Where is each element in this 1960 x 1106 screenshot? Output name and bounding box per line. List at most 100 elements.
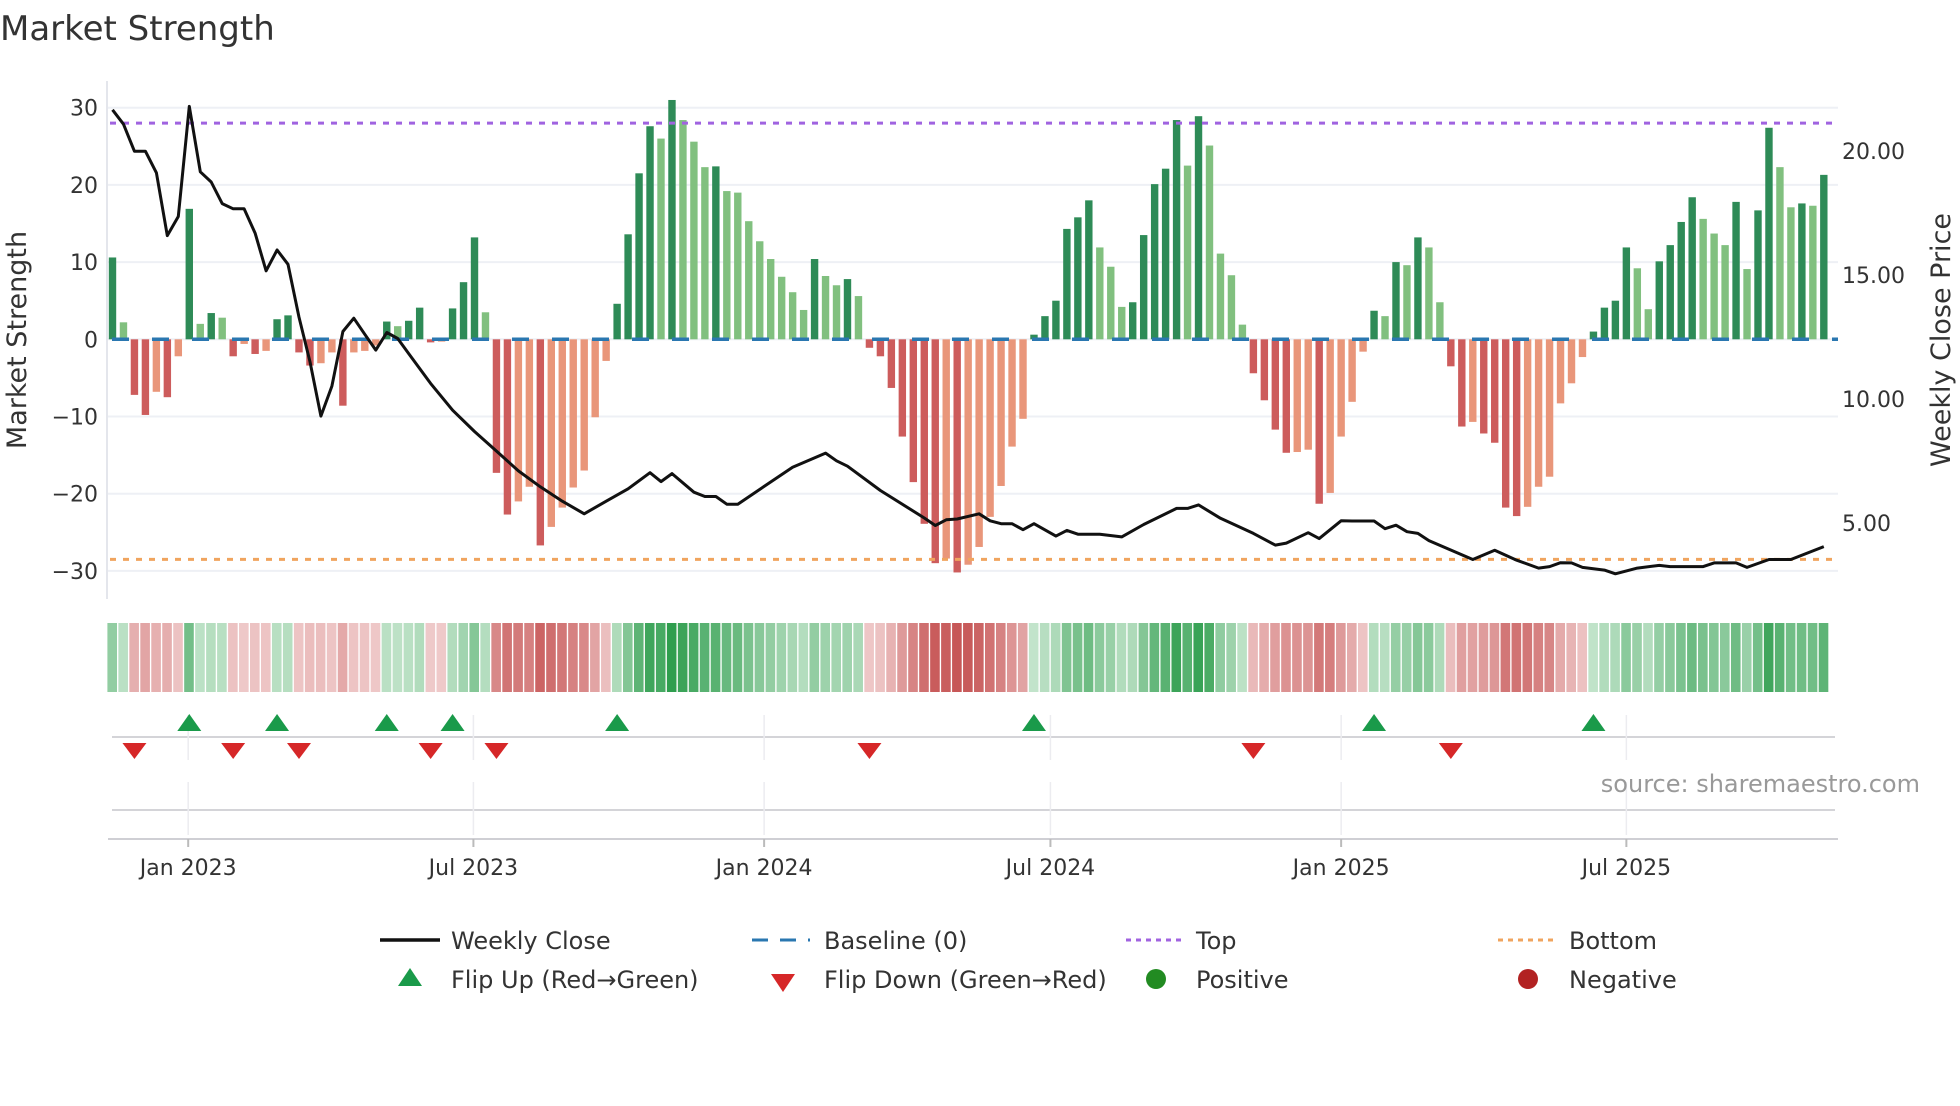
y-tick-label: −20	[52, 483, 98, 508]
strength-bar	[876, 339, 885, 357]
strength-bar	[262, 339, 270, 351]
strip-cell	[557, 623, 567, 692]
strength-bar	[1666, 245, 1674, 340]
strip-cell	[1741, 623, 1752, 692]
strip-cell	[1347, 623, 1357, 692]
strength-bar	[1545, 339, 1554, 477]
strip-cell	[315, 623, 326, 692]
strip-cell	[162, 623, 172, 692]
source-credit: source: sharemaestro.com	[1601, 770, 1920, 798]
strength-bar	[580, 339, 588, 471]
strip-cell	[919, 623, 929, 692]
strip-cell	[1160, 623, 1171, 692]
strength-bar	[734, 192, 742, 340]
strip-cell	[1730, 623, 1741, 692]
strip-cell	[1072, 623, 1083, 692]
legend-bottom-label: Bottom	[1569, 927, 1657, 955]
strip-cell	[206, 623, 216, 692]
legend-negative-icon	[1518, 969, 1538, 989]
strip-cell	[1171, 623, 1182, 692]
strength-bar	[1611, 300, 1620, 340]
y2-axis-ticks: 20.00 15.00 10.00 5.00	[1842, 140, 1905, 537]
strength-bar	[1556, 339, 1565, 404]
strip-cell	[535, 623, 545, 692]
strip-cell	[787, 623, 798, 692]
strength-bar	[1172, 120, 1181, 340]
flip-up-marker	[440, 714, 465, 731]
strip-cell	[1763, 623, 1774, 692]
strip-cell	[1061, 623, 1072, 692]
strip-cell	[1643, 623, 1653, 692]
strip-cell	[1204, 623, 1214, 692]
strength-bar	[1238, 324, 1247, 340]
legend-weekly-close-label: Weekly Close	[451, 927, 611, 955]
strength-bar	[1161, 168, 1170, 340]
strip-cell	[1215, 623, 1225, 692]
strip-cell	[1006, 623, 1017, 692]
strength-bar	[799, 309, 808, 340]
strip-cell	[677, 623, 688, 692]
strip-cell	[348, 623, 359, 692]
strength-bar	[317, 339, 325, 364]
strip-cell	[1379, 623, 1390, 692]
strength-bar	[1480, 339, 1488, 434]
y-tick-label: 20	[70, 174, 98, 199]
strip-cell	[1654, 623, 1664, 692]
flip-down-marker	[122, 743, 147, 759]
strip-cell	[1303, 623, 1313, 692]
x-tick-label: Jan 2024	[714, 856, 813, 881]
legend-flip-up-label: Flip Up (Red→Green)	[451, 966, 699, 994]
strength-bar	[777, 276, 786, 340]
strip-cell	[1094, 623, 1105, 692]
strength-bar	[1721, 245, 1729, 340]
y-axis-ticks: 30 20 10 0 −10 −20 −30	[52, 97, 98, 585]
strip-cell	[1676, 623, 1686, 692]
strength-bar	[942, 339, 950, 559]
legend-positive-label: Positive	[1196, 966, 1289, 994]
strip-cell	[1785, 623, 1796, 692]
strip-cell	[622, 623, 633, 692]
strength-bar	[657, 138, 665, 340]
flip-up-marker	[374, 714, 399, 731]
strength-bar	[690, 141, 698, 340]
strength-bar	[1447, 339, 1455, 367]
strength-bar	[1743, 269, 1751, 340]
strip-cell	[612, 623, 622, 692]
y-tick-label: 30	[70, 97, 98, 122]
strip-cell	[1621, 623, 1631, 692]
strip-cell	[282, 623, 293, 692]
strip-cell	[820, 623, 831, 692]
strength-bar	[284, 315, 292, 340]
strip-cell	[743, 623, 754, 692]
strip-cell	[392, 623, 403, 692]
strip-cell	[1083, 623, 1094, 692]
strength-bar	[1458, 339, 1466, 427]
strip-cell	[1116, 623, 1127, 692]
strength-bar	[1107, 266, 1115, 340]
y-tick-label: −30	[52, 560, 98, 585]
strip-cell	[1796, 623, 1807, 692]
strip-cell	[908, 623, 918, 692]
legend-positive-icon	[1146, 969, 1166, 989]
strength-bar	[119, 322, 128, 340]
x-tick-label: Jul 2023	[427, 856, 519, 881]
strip-cell	[886, 623, 896, 692]
strength-bar	[1326, 339, 1334, 493]
strength-bar	[1041, 316, 1049, 340]
strip-cell	[118, 623, 128, 692]
strip-cell	[798, 623, 809, 692]
strip-cell	[1270, 623, 1280, 692]
legend-baseline-label: Baseline (0)	[824, 927, 967, 955]
strength-bar	[986, 339, 994, 517]
strip-cell	[425, 623, 436, 692]
strip-cell	[217, 623, 227, 692]
strip-cell	[601, 623, 611, 692]
strip-cell	[491, 623, 501, 692]
strip-cell	[1248, 623, 1258, 692]
strip-cell	[1818, 623, 1829, 692]
strength-bar	[1074, 217, 1082, 340]
strip-cell	[732, 623, 743, 692]
strip-cell	[173, 623, 183, 692]
strip-cell	[710, 623, 721, 692]
strip-cell	[688, 623, 699, 692]
